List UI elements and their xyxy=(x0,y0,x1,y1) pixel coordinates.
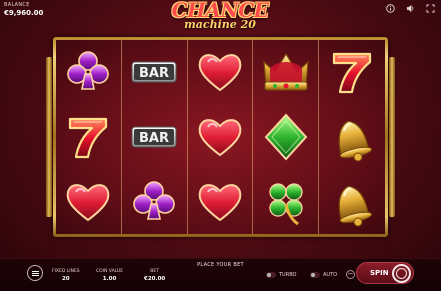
auto-toggle[interactable]: AUTO xyxy=(310,272,337,278)
fixed-lines-value: 20 xyxy=(61,275,70,282)
bar-symbol-text: BAR xyxy=(139,131,169,146)
reel-1-row-2 xyxy=(56,105,121,170)
fixed-lines-label: FIXED LINES xyxy=(52,269,80,274)
coin-value-value: 1.00 xyxy=(102,275,117,282)
game-logo: CHANCE machine 20 xyxy=(160,0,280,36)
reel-1-row-1 xyxy=(56,40,121,105)
bet-selector[interactable]: BET €20.00 xyxy=(144,269,166,282)
bet-value: €20.00 xyxy=(144,275,166,282)
reel-3-row-1 xyxy=(188,40,253,105)
seven-icon xyxy=(332,53,372,94)
reel-4-row-3 xyxy=(253,169,318,234)
clover-icon xyxy=(269,183,303,225)
bar-symbol-text: BAR xyxy=(139,66,169,81)
spin-label: SPIN xyxy=(370,269,389,277)
reel-1-row-3 xyxy=(56,169,121,234)
reel-2-row-2: BAR xyxy=(122,105,187,170)
bar-icon: BAR xyxy=(131,61,177,83)
top-toolbar xyxy=(386,4,435,13)
heart-icon xyxy=(198,119,242,157)
fixed-lines-display: FIXED LINES 20 xyxy=(52,269,80,282)
bell-icon xyxy=(338,120,373,162)
balance-display: BALANCE €9,960.00 xyxy=(4,3,43,17)
reel-4-row-1 xyxy=(253,40,318,105)
diamond-icon xyxy=(264,113,308,161)
reels-grid: BAR BAR xyxy=(56,40,385,234)
turbo-toggle[interactable]: TURBO xyxy=(266,272,296,278)
info-icon[interactable] xyxy=(386,4,395,13)
crown-icon xyxy=(263,53,309,91)
heart-icon xyxy=(67,183,110,221)
club-icon xyxy=(133,180,175,220)
reel-3-row-3 xyxy=(188,169,253,234)
club-icon xyxy=(67,51,110,91)
balance-label: BALANCE xyxy=(4,2,30,8)
reel-4-row-2 xyxy=(253,105,318,170)
reel-4 xyxy=(253,40,320,234)
reel-3 xyxy=(188,40,254,234)
coin-value-selector[interactable]: COIN VALUE 1.00 xyxy=(96,269,124,282)
reel-3-row-2 xyxy=(188,105,253,170)
balance-value: €9,960.00 xyxy=(4,9,44,17)
auto-label: AUTO xyxy=(323,272,338,278)
reel-1 xyxy=(56,40,122,234)
bar-icon: BAR xyxy=(131,126,177,148)
seven-icon xyxy=(69,117,108,159)
logo-title: CHANCE xyxy=(171,0,269,22)
heart-icon xyxy=(198,54,242,92)
reel-5-row-2 xyxy=(319,105,385,170)
decrease-bet-button[interactable]: − xyxy=(346,270,355,279)
turbo-switch[interactable] xyxy=(266,272,276,278)
coin-value-label: COIN VALUE xyxy=(96,269,124,274)
reel-2-row-1: BAR xyxy=(122,40,187,105)
sound-icon[interactable] xyxy=(406,4,415,13)
turbo-label: TURBO xyxy=(279,272,297,278)
spin-icon xyxy=(392,264,411,283)
reel-2: BAR BAR xyxy=(122,40,188,234)
reel-frame: BAR BAR xyxy=(46,37,395,237)
hamburger-icon xyxy=(31,272,39,274)
bell-icon xyxy=(338,185,373,227)
reel-5-row-3 xyxy=(319,169,385,234)
reel-2-row-3 xyxy=(122,169,187,234)
fullscreen-icon[interactable] xyxy=(426,4,435,13)
heart-icon xyxy=(198,183,242,221)
reel-5-row-1 xyxy=(319,40,385,105)
spin-button[interactable]: SPIN xyxy=(356,262,414,284)
bet-label: BET xyxy=(150,269,159,274)
reel-5 xyxy=(319,40,385,234)
auto-switch[interactable] xyxy=(310,272,320,278)
menu-button[interactable] xyxy=(27,265,43,281)
